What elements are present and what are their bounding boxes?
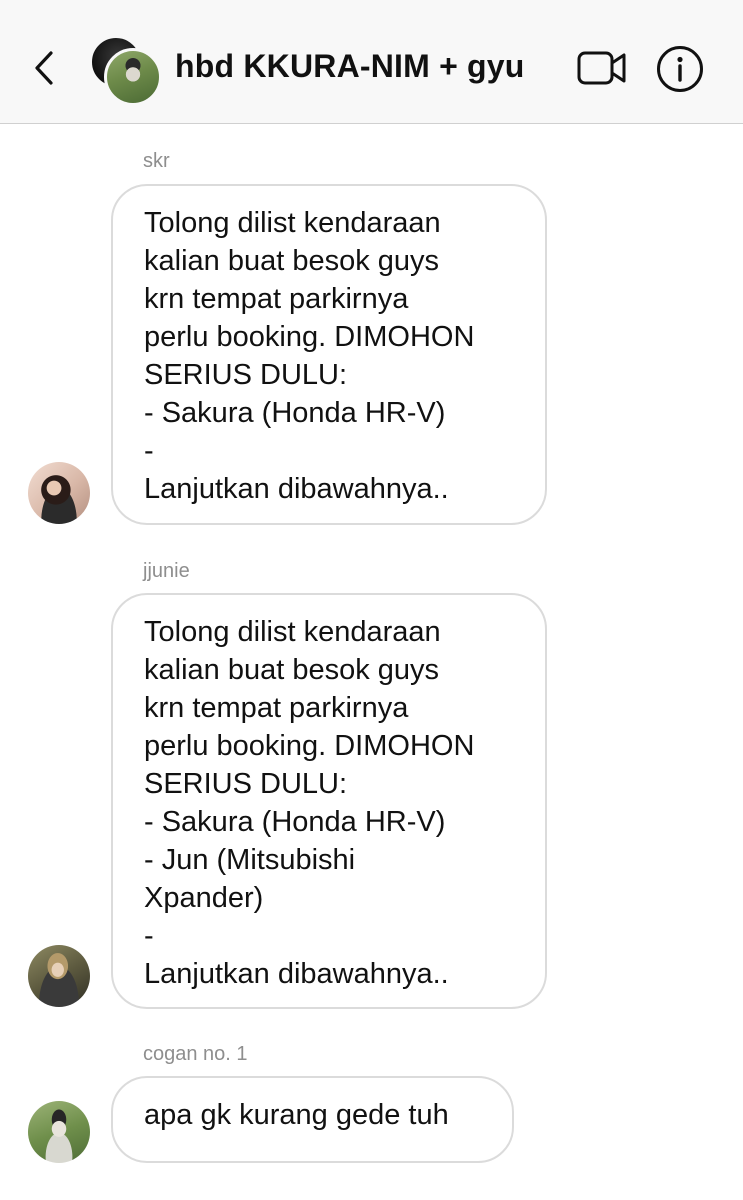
back-button[interactable] [22, 46, 66, 90]
message-bubble[interactable]: apa gk kurang gede tuh [111, 1076, 514, 1163]
info-button[interactable] [655, 44, 705, 94]
message-bubble[interactable]: Tolong dilist kendaraan kalian buat beso… [111, 593, 547, 1009]
video-call-button[interactable] [574, 46, 630, 90]
sender-avatar[interactable] [28, 1101, 90, 1163]
group-avatar[interactable] [90, 36, 162, 106]
sender-avatar[interactable] [28, 462, 90, 524]
group-avatar-primary [104, 48, 162, 106]
video-camera-icon [577, 51, 626, 85]
message-sender-name: skr [143, 150, 170, 172]
message-sender-name: cogan no. 1 [143, 1043, 248, 1065]
chat-title[interactable]: hbd KKURA-NIM + gyu [175, 48, 525, 85]
message-bubble[interactable]: Tolong dilist kendaraan kalian buat beso… [111, 184, 547, 525]
message-sender-name: jjunie [143, 560, 190, 582]
chevron-left-icon [35, 51, 53, 85]
info-icon [657, 46, 703, 92]
sender-avatar[interactable] [28, 945, 90, 1007]
chat-header: hbd KKURA-NIM + gyu [0, 0, 743, 124]
